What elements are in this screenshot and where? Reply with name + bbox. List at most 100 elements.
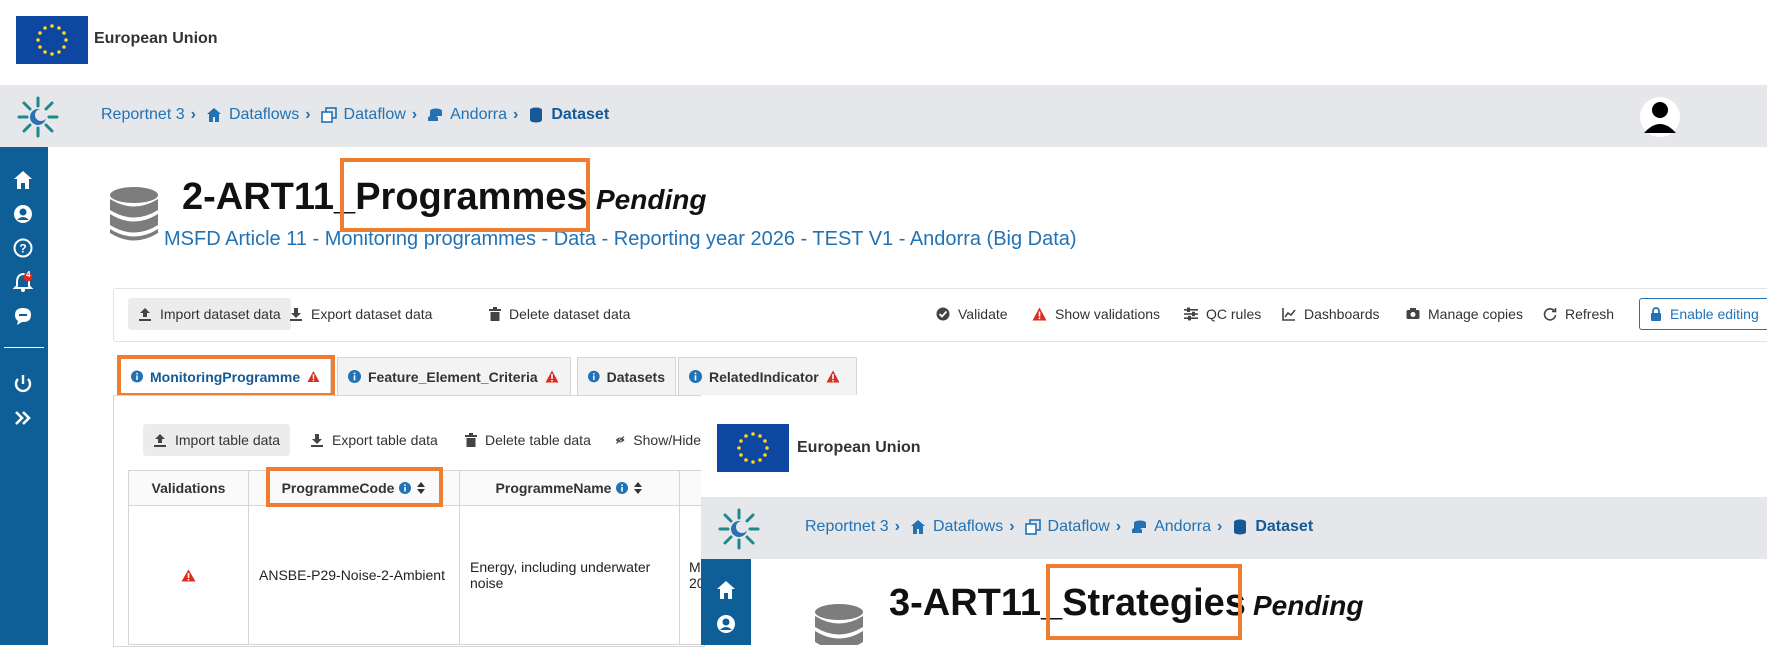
column-header-next [679,470,703,506]
manage-copies-button[interactable]: Manage copies [1396,298,1533,330]
clone-icon [320,107,337,123]
upload-icon [154,434,166,447]
table-cell-next[interactable]: M 20 [679,506,705,645]
lock-icon [1651,307,1661,321]
overlay-screenshot-strategies: European Union Reportnet 3 › Dataflows ›… [701,395,1767,645]
validate-button[interactable]: Validate [926,298,1018,330]
home-icon [206,108,221,122]
user-icon[interactable] [715,613,737,635]
chevron-right-icon: › [411,106,418,123]
enable-editing-button[interactable]: Enable editing [1639,298,1767,330]
dashboards-button[interactable]: Dashboards [1272,298,1390,330]
breadcrumb-dataflow[interactable]: Dataflow [320,106,406,124]
overlay-sidebar [701,559,751,645]
help-icon[interactable]: ? [12,237,34,259]
table-cell-validation[interactable] [128,506,249,645]
coins-icon [428,108,443,121]
database-icon [1234,519,1247,535]
breadcrumb: Reportnet 3 › Dataflows › Dataflow › And… [805,518,1313,536]
delete-table-button[interactable]: Delete table data [455,424,601,456]
breadcrumb-dataflows[interactable]: Dataflows [206,106,299,124]
svg-text:?: ? [19,242,26,256]
import-dataset-button[interactable]: Import dataset data [128,298,291,330]
home-icon[interactable] [12,169,34,191]
tab-related-indicator[interactable]: RelatedIndicator [678,357,857,395]
qc-rules-button[interactable]: QC rules [1174,298,1271,330]
status-pending: Pending [596,184,707,215]
show-hide-columns-button[interactable]: Show/Hide [605,424,701,456]
eye-slash-icon [615,436,625,444]
breadcrumb-reportnet[interactable]: Reportnet 3 [805,518,889,536]
info-icon [616,482,629,494]
database-icon [530,107,543,123]
clone-icon [1024,519,1041,535]
reportnet-logo-icon[interactable] [717,507,761,551]
download-icon [311,434,323,447]
chart-icon [1282,308,1296,321]
highlight-box-tab [117,355,335,397]
user-icon[interactable] [12,203,34,225]
notifications-icon[interactable] [12,271,34,293]
feedback-icon[interactable] [12,305,34,327]
eu-flag-logo [16,16,88,64]
chevron-right-icon: › [190,106,196,123]
highlight-box-overlay-title [1046,564,1242,640]
reportnet-logo-icon[interactable] [16,95,60,139]
breadcrumb-dataflow[interactable]: Dataflow [1024,518,1110,536]
chevron-right-icon: › [1115,518,1122,535]
warning-icon [826,370,840,383]
sort-icon[interactable] [633,481,643,495]
breadcrumb-andorra[interactable]: Andorra [1131,518,1211,536]
breadcrumb-reportnet[interactable]: Reportnet 3 [101,106,185,124]
highlight-box-title [340,158,590,232]
table-cell-programme-code[interactable]: ANSBE-P29-Noise-2-Ambient [248,506,460,645]
coins-icon [1132,520,1147,533]
info-icon [348,370,361,383]
left-sidebar: ? 4 [0,147,48,645]
show-validations-button[interactable]: Show validations [1022,298,1170,330]
trash-icon [465,433,477,447]
sliders-icon [1184,307,1198,321]
expand-icon[interactable] [12,407,34,429]
warning-icon [1032,307,1047,321]
download-icon [290,308,302,321]
export-dataset-button[interactable]: Export dataset data [279,298,442,330]
tab-feature-element-criteria[interactable]: Feature_Element_Criteria [337,357,571,395]
chevron-right-icon: › [305,106,311,123]
chevron-right-icon: › [1217,518,1223,535]
import-table-button[interactable]: Import table data [143,424,291,456]
breadcrumb-dataset[interactable]: Dataset [1232,518,1313,536]
warning-icon [181,569,196,581]
user-avatar-icon[interactable] [1640,95,1680,139]
eu-header: European Union [0,0,1767,78]
breadcrumb: Reportnet 3 › Dataflows › Dataflow › And… [101,106,609,124]
overlay-status-pending: Pending [1253,590,1364,621]
chevron-right-icon: › [894,518,900,535]
chevron-right-icon: › [1009,518,1015,535]
home-icon[interactable] [715,579,737,601]
dataset-subtitle: MSFD Article 11 - Monitoring programmes … [164,228,1077,250]
info-icon [588,370,600,383]
dataset-database-icon [815,604,863,645]
upload-icon [139,308,151,321]
highlight-box-column [266,467,443,507]
breadcrumb-dataflows[interactable]: Dataflows [910,518,1003,536]
warning-icon [545,370,559,383]
column-header-validations[interactable]: Validations [128,470,249,506]
overlay-navbar: Reportnet 3 › Dataflows › Dataflow › And… [701,497,1767,559]
breadcrumb-andorra[interactable]: Andorra [427,106,507,124]
export-table-button[interactable]: Export table data [300,424,448,456]
delete-dataset-button[interactable]: Delete dataset data [479,298,640,330]
logout-icon[interactable] [12,373,34,395]
eu-title: European Union [797,439,921,456]
dataset-database-icon [110,187,158,241]
top-navbar: Reportnet 3 › Dataflows › Dataflow › And… [0,85,1767,147]
tab-datasets[interactable]: Datasets [577,357,676,395]
table-cell-programme-name[interactable]: Energy, including underwater noise [459,506,680,645]
breadcrumb-dataset[interactable]: Dataset [528,106,609,124]
chevron-right-icon: › [513,106,519,123]
sidebar-divider [4,347,44,348]
refresh-button[interactable]: Refresh [1533,298,1624,330]
column-header-programme-name[interactable]: ProgrammeName [459,470,680,506]
eu-title: European Union [94,30,218,47]
